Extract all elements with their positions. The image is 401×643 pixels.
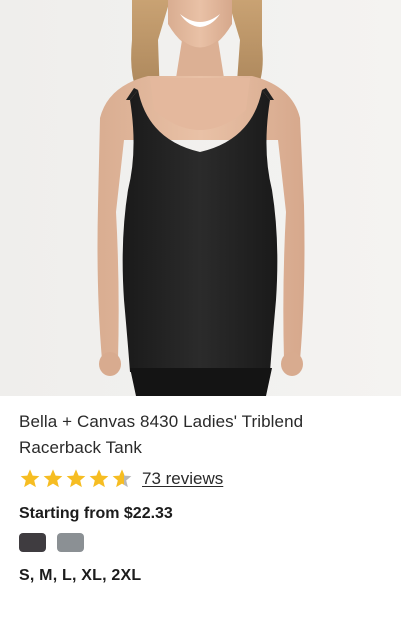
star-rating [19,468,133,490]
available-sizes: S, M, L, XL, 2XL [19,567,142,584]
rating-row: 73 reviews [19,466,223,492]
product-title[interactable]: Bella + Canvas 8430 Ladies' Triblend Rac… [19,409,379,461]
color-swatches [19,533,84,552]
product-image[interactable] [0,0,401,396]
star-icon [20,469,40,488]
price-label: Starting from $22.33 [19,505,173,522]
dark-charcoal-swatch[interactable] [19,533,46,552]
star-icon [66,469,86,488]
star-icon [43,469,63,488]
star-icon [89,469,109,488]
tank-top-photo [0,0,401,396]
grey-swatch[interactable] [57,533,84,552]
product-card[interactable]: Bella + Canvas 8430 Ladies' Triblend Rac… [0,0,401,643]
reviews-link[interactable]: 73 reviews [142,469,223,489]
star-icon [112,469,132,488]
